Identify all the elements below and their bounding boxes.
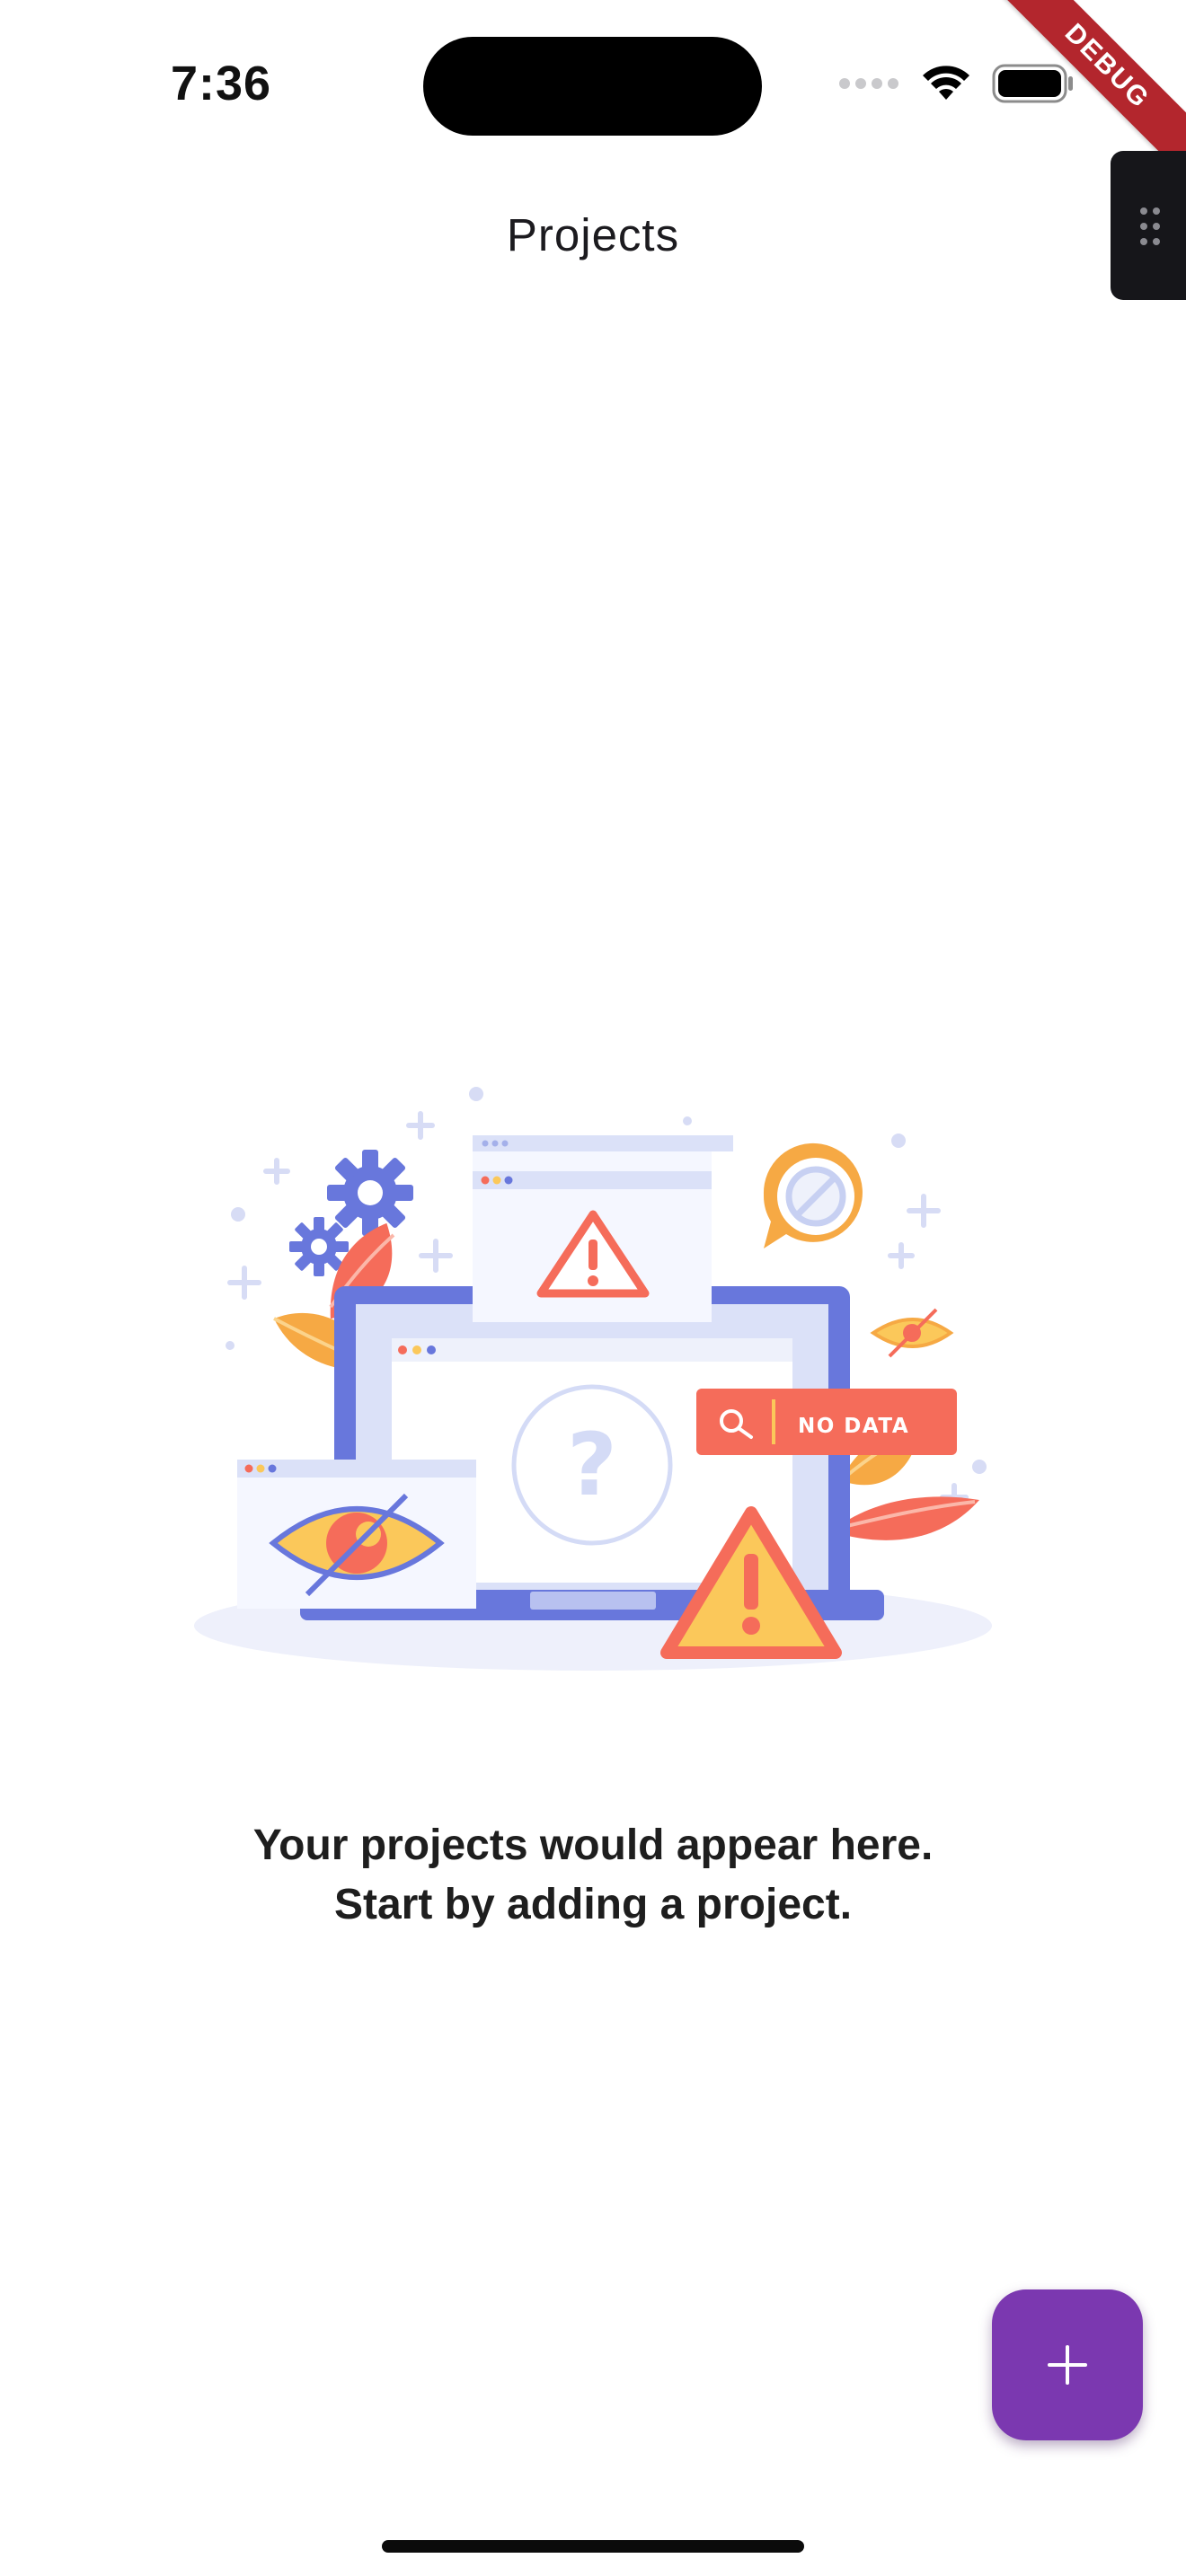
- plus-icon: [1048, 2345, 1087, 2385]
- home-indicator[interactable]: [382, 2540, 804, 2553]
- dynamic-island: [423, 37, 762, 136]
- empty-state-line-1: Your projects would appear here.: [252, 1822, 934, 1869]
- question-mark-glyph: ?: [567, 1415, 617, 1515]
- empty-state-message: Your projects would appear here. Start b…: [0, 1816, 1186, 1935]
- add-project-button[interactable]: [992, 2289, 1143, 2440]
- projects-screen: 7:36 DEBUG Projects ? NO DATA Your proje…: [0, 0, 1186, 2576]
- status-time: 7:36: [171, 57, 272, 110]
- signal-icon: [837, 75, 900, 97]
- empty-state-line-2: Start by adding a project.: [333, 1881, 853, 1928]
- no-data-label: NO DATA: [798, 1415, 909, 1438]
- page-title: Projects: [506, 209, 680, 260]
- empty-state-illustration: ? NO DATA: [180, 1078, 1006, 1698]
- wifi-icon: [920, 64, 972, 108]
